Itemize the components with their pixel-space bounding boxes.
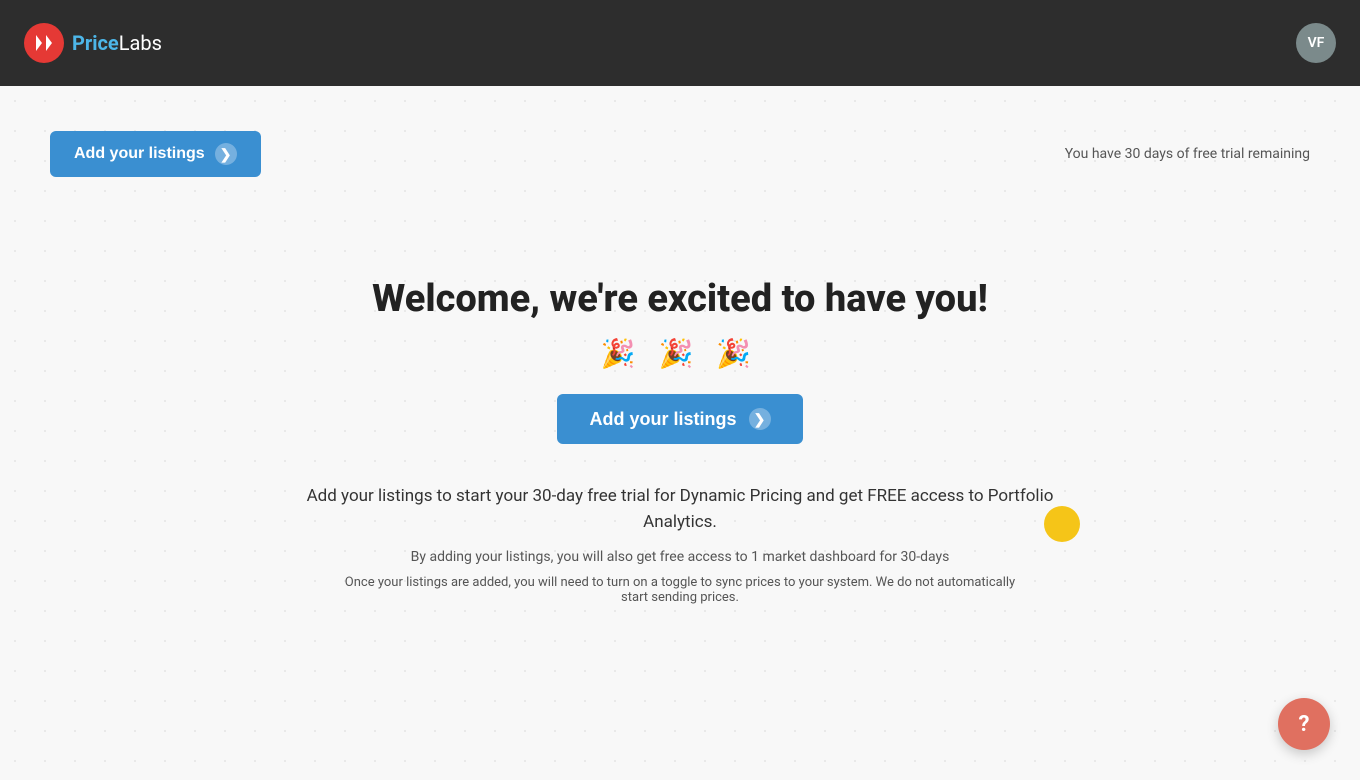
welcome-title: Welcome, we're excited to have you! (372, 277, 988, 321)
arrow-icon: ❯ (215, 143, 237, 165)
help-icon: ? (1299, 712, 1310, 737)
logo-text: PriceLabs (72, 31, 162, 55)
help-button[interactable]: ? (1278, 698, 1330, 750)
logo-icon (24, 23, 64, 63)
add-listings-button-center[interactable]: Add your listings ❯ (557, 394, 802, 444)
header: PriceLabs VF (0, 0, 1360, 86)
description-main: Add your listings to start your 30-day f… (280, 484, 1080, 535)
yellow-circle-decoration (1044, 506, 1080, 542)
top-bar: Add your listings ❯ You have 30 days of … (0, 86, 1360, 197)
description-sub: By adding your listings, you will also g… (411, 549, 950, 565)
party-emojis: 🎉 🎉 🎉 (601, 337, 759, 370)
trial-remaining-text: You have 30 days of free trial remaining (1065, 146, 1310, 162)
center-arrow-icon: ❯ (749, 408, 771, 430)
logo: PriceLabs (24, 23, 162, 63)
main-content: Add your listings ❯ You have 30 days of … (0, 86, 1360, 780)
add-listings-button-top[interactable]: Add your listings ❯ (50, 131, 261, 177)
welcome-section: Welcome, we're excited to have you! 🎉 🎉 … (0, 277, 1360, 605)
description-note: Once your listings are added, you will n… (330, 575, 1030, 605)
user-avatar[interactable]: VF (1296, 23, 1336, 63)
